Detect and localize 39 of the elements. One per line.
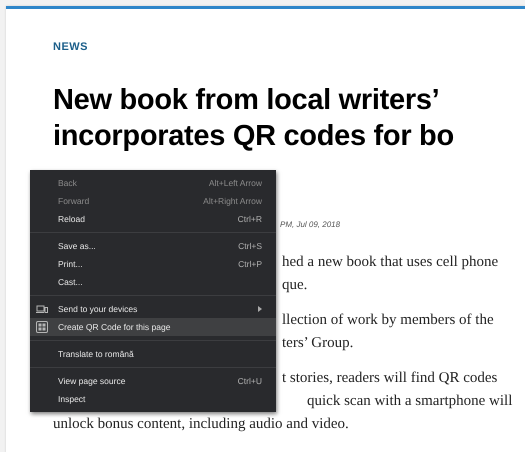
- menu-label: Translate to română: [58, 349, 135, 359]
- body-text: unlock bonus content, including audio and video.: [53, 415, 350, 434]
- menu-item[interactable]: Create QR Code for this page: [30, 318, 276, 336]
- menu-item[interactable]: Send to your devices: [30, 300, 276, 318]
- menu-label: Inspect: [58, 394, 86, 404]
- menu-item[interactable]: Reload Ctrl+R: [30, 210, 276, 228]
- menu-label: Create QR Code for this page: [58, 322, 172, 332]
- shortcut-text: Ctrl+U: [238, 376, 262, 386]
- byline-date: PM, Jul 09, 2018: [280, 220, 342, 229]
- laptop-phone-icon: [36, 304, 48, 314]
- shortcut-text: Alt+Left Arrow: [208, 178, 262, 188]
- menu-label: Cast...: [58, 277, 84, 287]
- qr-code-icon: [36, 321, 48, 333]
- shortcut-text: Ctrl+S: [238, 241, 262, 251]
- menu-label: Back: [58, 178, 78, 188]
- menu-label: Forward: [58, 196, 90, 206]
- body-text: hed a new book that uses cell phone: [282, 253, 500, 272]
- headline-line: New book from local writers’: [53, 83, 440, 118]
- menu-item[interactable]: Inspect: [30, 390, 276, 408]
- menu-item[interactable]: Save as... Ctrl+S: [30, 237, 276, 255]
- body-text: ters’ Group.: [282, 334, 354, 353]
- menu-item[interactable]: Cast...: [30, 273, 276, 291]
- body-text: quick scan with a smartphone will: [307, 392, 514, 411]
- menu-item[interactable]: Print... Ctrl+P: [30, 255, 276, 273]
- shortcut-text: Ctrl+P: [238, 259, 262, 269]
- menu-label: View page source: [58, 376, 126, 386]
- menu-label: Print...: [58, 259, 84, 269]
- shortcut-text: Ctrl+R: [238, 214, 262, 224]
- body-text: que.: [282, 276, 308, 295]
- headline-line: incorporates QR codes for bo: [53, 119, 455, 154]
- menu-label: Save as...: [58, 241, 97, 251]
- section-link[interactable]: NEWS: [53, 41, 88, 53]
- menu-label: Reload: [58, 214, 86, 224]
- menu-item[interactable]: View page source Ctrl+U: [30, 372, 276, 390]
- shortcut-text: Alt+Right Arrow: [203, 196, 262, 206]
- body-text: llection of work by members of the: [282, 311, 495, 330]
- menu-label: Send to your devices: [58, 304, 138, 314]
- body-text: t stories, readers will find QR codes: [282, 369, 498, 388]
- menu-item[interactable]: Translate to română: [30, 345, 276, 363]
